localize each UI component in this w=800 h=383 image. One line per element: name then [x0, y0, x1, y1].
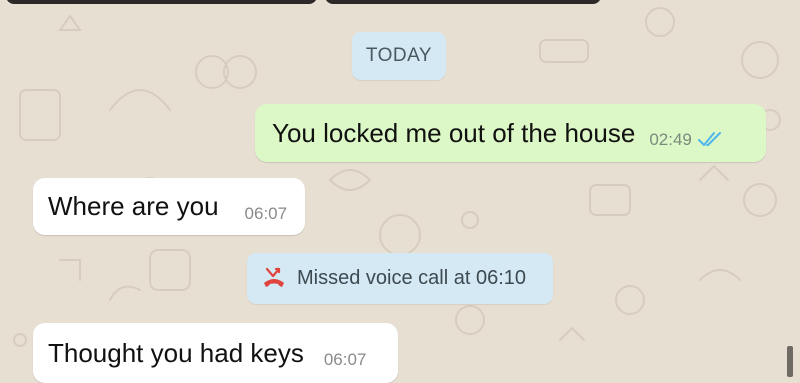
message-text: You locked me out of the house	[272, 117, 636, 148]
message-bubble-incoming[interactable]: Thought you had keys 06:07	[33, 323, 398, 383]
message-time: 02:49	[649, 130, 692, 149]
message-time: 06:07	[323, 350, 367, 369]
media-thumbnail[interactable]	[325, 0, 601, 4]
media-thumbnails-strip	[0, 0, 800, 6]
message-text: Thought you had keys	[48, 337, 304, 368]
scrollbar-thumb[interactable]	[787, 346, 793, 377]
read-receipt-icon	[697, 132, 721, 146]
media-thumbnail[interactable]	[6, 0, 317, 4]
message-bubble-incoming[interactable]: Where are you 06:07	[33, 178, 305, 235]
message-bubble-outgoing[interactable]: You locked me out of the house 02:49	[255, 104, 766, 162]
message-text: Where are you	[48, 191, 219, 221]
message-time: 06:07	[244, 203, 288, 223]
missed-call-event[interactable]: Missed voice call at 06:10	[247, 253, 553, 304]
date-divider: TODAY	[352, 32, 446, 80]
missed-call-text: Missed voice call at 06:10	[297, 267, 527, 289]
missed-call-icon	[264, 267, 284, 287]
date-divider-label: TODAY	[365, 45, 433, 66]
